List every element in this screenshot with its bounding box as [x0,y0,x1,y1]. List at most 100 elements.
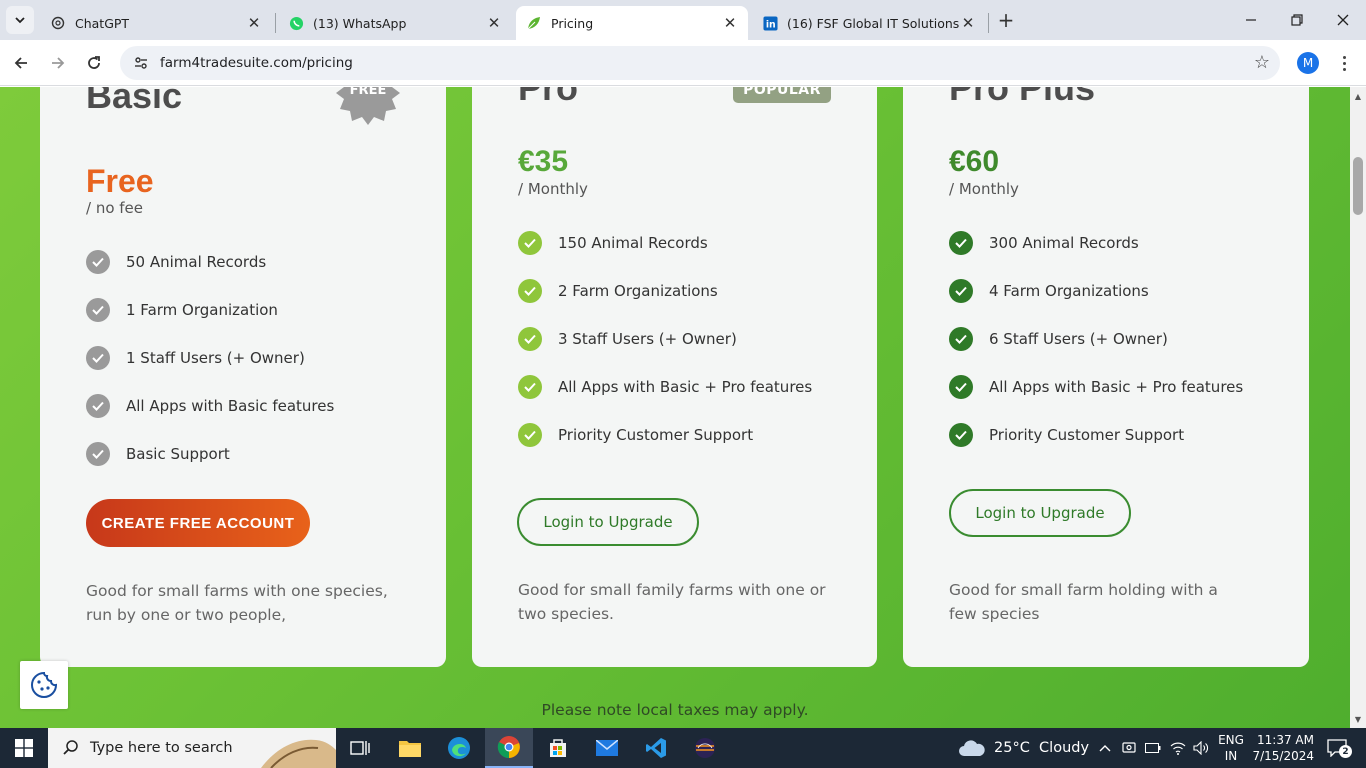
tab-title: (16) FSF Global IT Solutions: My [787,15,960,31]
address-bar[interactable]: farm4tradesuite.com/pricing ☆ [120,46,1280,80]
folder-icon [399,741,421,757]
windows-logo-icon [15,739,33,757]
check-icon [86,394,110,418]
search-placeholder: Type here to search [90,740,233,756]
scroll-down-icon[interactable]: ▼ [1350,712,1366,726]
close-icon[interactable]: ✕ [960,14,976,32]
language-code: ENG [1218,733,1244,747]
tab-title: Pricing [551,15,594,31]
tray-overflow-button[interactable] [1096,728,1114,768]
feature-label: 300 Animal Records [989,234,1139,252]
mail-button[interactable] [583,728,631,768]
check-icon [86,250,110,274]
feature-label: All Apps with Basic features [126,397,335,415]
profile-avatar[interactable]: M [1297,52,1319,74]
feature-label: 4 Farm Organizations [989,282,1149,300]
clock[interactable]: 11:37 AM 7/15/2024 [1248,732,1314,764]
tab-chatgpt[interactable]: ChatGPT ✕ [40,6,272,40]
tab-pricing[interactable]: Pricing ✕ [516,6,748,40]
url-text: farm4tradesuite.com/pricing [160,55,353,71]
vscode-button[interactable] [632,728,680,768]
check-icon [86,442,110,466]
browser-toolbar: farm4tradesuite.com/pricing ☆ M [0,40,1366,86]
tab-linkedin[interactable]: in (16) FSF Global IT Solutions: My ✕ [752,6,986,40]
chatgpt-icon [50,15,66,31]
tab-search-button[interactable] [6,6,34,34]
file-explorer-button[interactable] [386,728,434,768]
close-icon[interactable]: ✕ [722,14,738,32]
plan-period: / Monthly [518,180,588,198]
feature-label: 1 Farm Organization [126,301,278,319]
plan-period: / no fee [86,199,144,217]
weather-widget[interactable]: 25°C Cloudy [958,728,1089,768]
edge-icon [448,737,470,759]
arrow-left-icon [14,57,27,69]
feature-item: All Apps with Basic + Pro features [518,375,812,399]
check-icon [86,346,110,370]
volume-button[interactable] [1191,728,1211,768]
browser-menu-button[interactable] [1334,51,1354,75]
edge-button[interactable] [435,728,483,768]
linkedin-icon: in [762,15,778,31]
badge-label: FREE [349,87,387,98]
new-tab-button[interactable]: + [994,8,1018,32]
eclipse-button[interactable] [681,728,729,768]
scroll-up-icon[interactable]: ▲ [1350,89,1366,103]
search-icon [63,740,78,755]
notifications-button[interactable]: 2 [1322,728,1352,768]
feature-item: 1 Staff Users (+ Owner) [86,346,305,370]
check-icon [86,298,110,322]
check-icon [949,327,973,351]
back-button[interactable] [7,49,35,77]
restore-button[interactable] [1274,0,1320,40]
check-icon [949,279,973,303]
feature-label: 2 Farm Organizations [558,282,718,300]
bookmark-star-icon[interactable]: ☆ [1254,52,1270,73]
close-icon [1337,14,1349,26]
chrome-button[interactable] [485,728,533,768]
check-icon [518,375,542,399]
scrollbar-thumb[interactable] [1353,157,1363,215]
close-icon[interactable]: ✕ [246,14,262,32]
language-indicator[interactable]: ENG IN [1216,732,1246,764]
close-window-button[interactable] [1320,0,1366,40]
close-icon[interactable]: ✕ [486,14,502,32]
login-to-upgrade-button[interactable]: Login to Upgrade [517,498,699,546]
store-button[interactable] [534,728,582,768]
create-free-account-button[interactable]: CREATE FREE ACCOUNT [86,499,310,547]
page-scrollbar[interactable]: ▲ ▼ [1350,87,1366,728]
tab-title: ChatGPT [75,15,130,31]
battery-button[interactable] [1143,728,1163,768]
plan-card-pro: Pro POPULAR €35 / Monthly 150 Animal Rec… [472,87,877,667]
start-button[interactable] [0,728,48,768]
arrow-right-icon [52,57,65,69]
forward-button[interactable] [44,49,72,77]
taskbar-search-box[interactable]: Type here to search [48,728,336,768]
meet-now-button[interactable] [1119,728,1139,768]
windows-taskbar: Type here to search 25°C Cloudy ENG IN 1… [0,728,1366,768]
feature-item: Priority Customer Support [949,423,1184,447]
reload-button[interactable] [80,49,108,77]
task-view-button[interactable] [336,728,384,768]
tab-whatsapp[interactable]: (13) WhatsApp ✕ [278,6,512,40]
svg-text:in: in [765,19,775,30]
plan-name: Basic [86,87,183,116]
plus-icon: + [997,8,1015,32]
site-info-icon[interactable] [132,54,150,72]
restore-icon [1291,14,1303,26]
feature-item: 4 Farm Organizations [949,279,1149,303]
plan-period: / Monthly [949,180,1019,198]
speaker-icon [1193,741,1208,755]
network-button[interactable] [1168,728,1188,768]
clock-time: 11:37 AM [1257,733,1314,747]
minimize-button[interactable] [1228,0,1274,40]
plan-price: Free [86,163,154,199]
clock-date: 7/15/2024 [1252,749,1314,763]
login-to-upgrade-button[interactable]: Login to Upgrade [949,489,1131,537]
feature-label: Basic Support [126,445,230,463]
leaf-icon [526,15,542,31]
cookie-settings-button[interactable] [20,661,68,709]
feature-label: Priority Customer Support [558,426,754,444]
mail-icon [596,740,618,756]
tab-title: (13) WhatsApp [313,15,407,31]
